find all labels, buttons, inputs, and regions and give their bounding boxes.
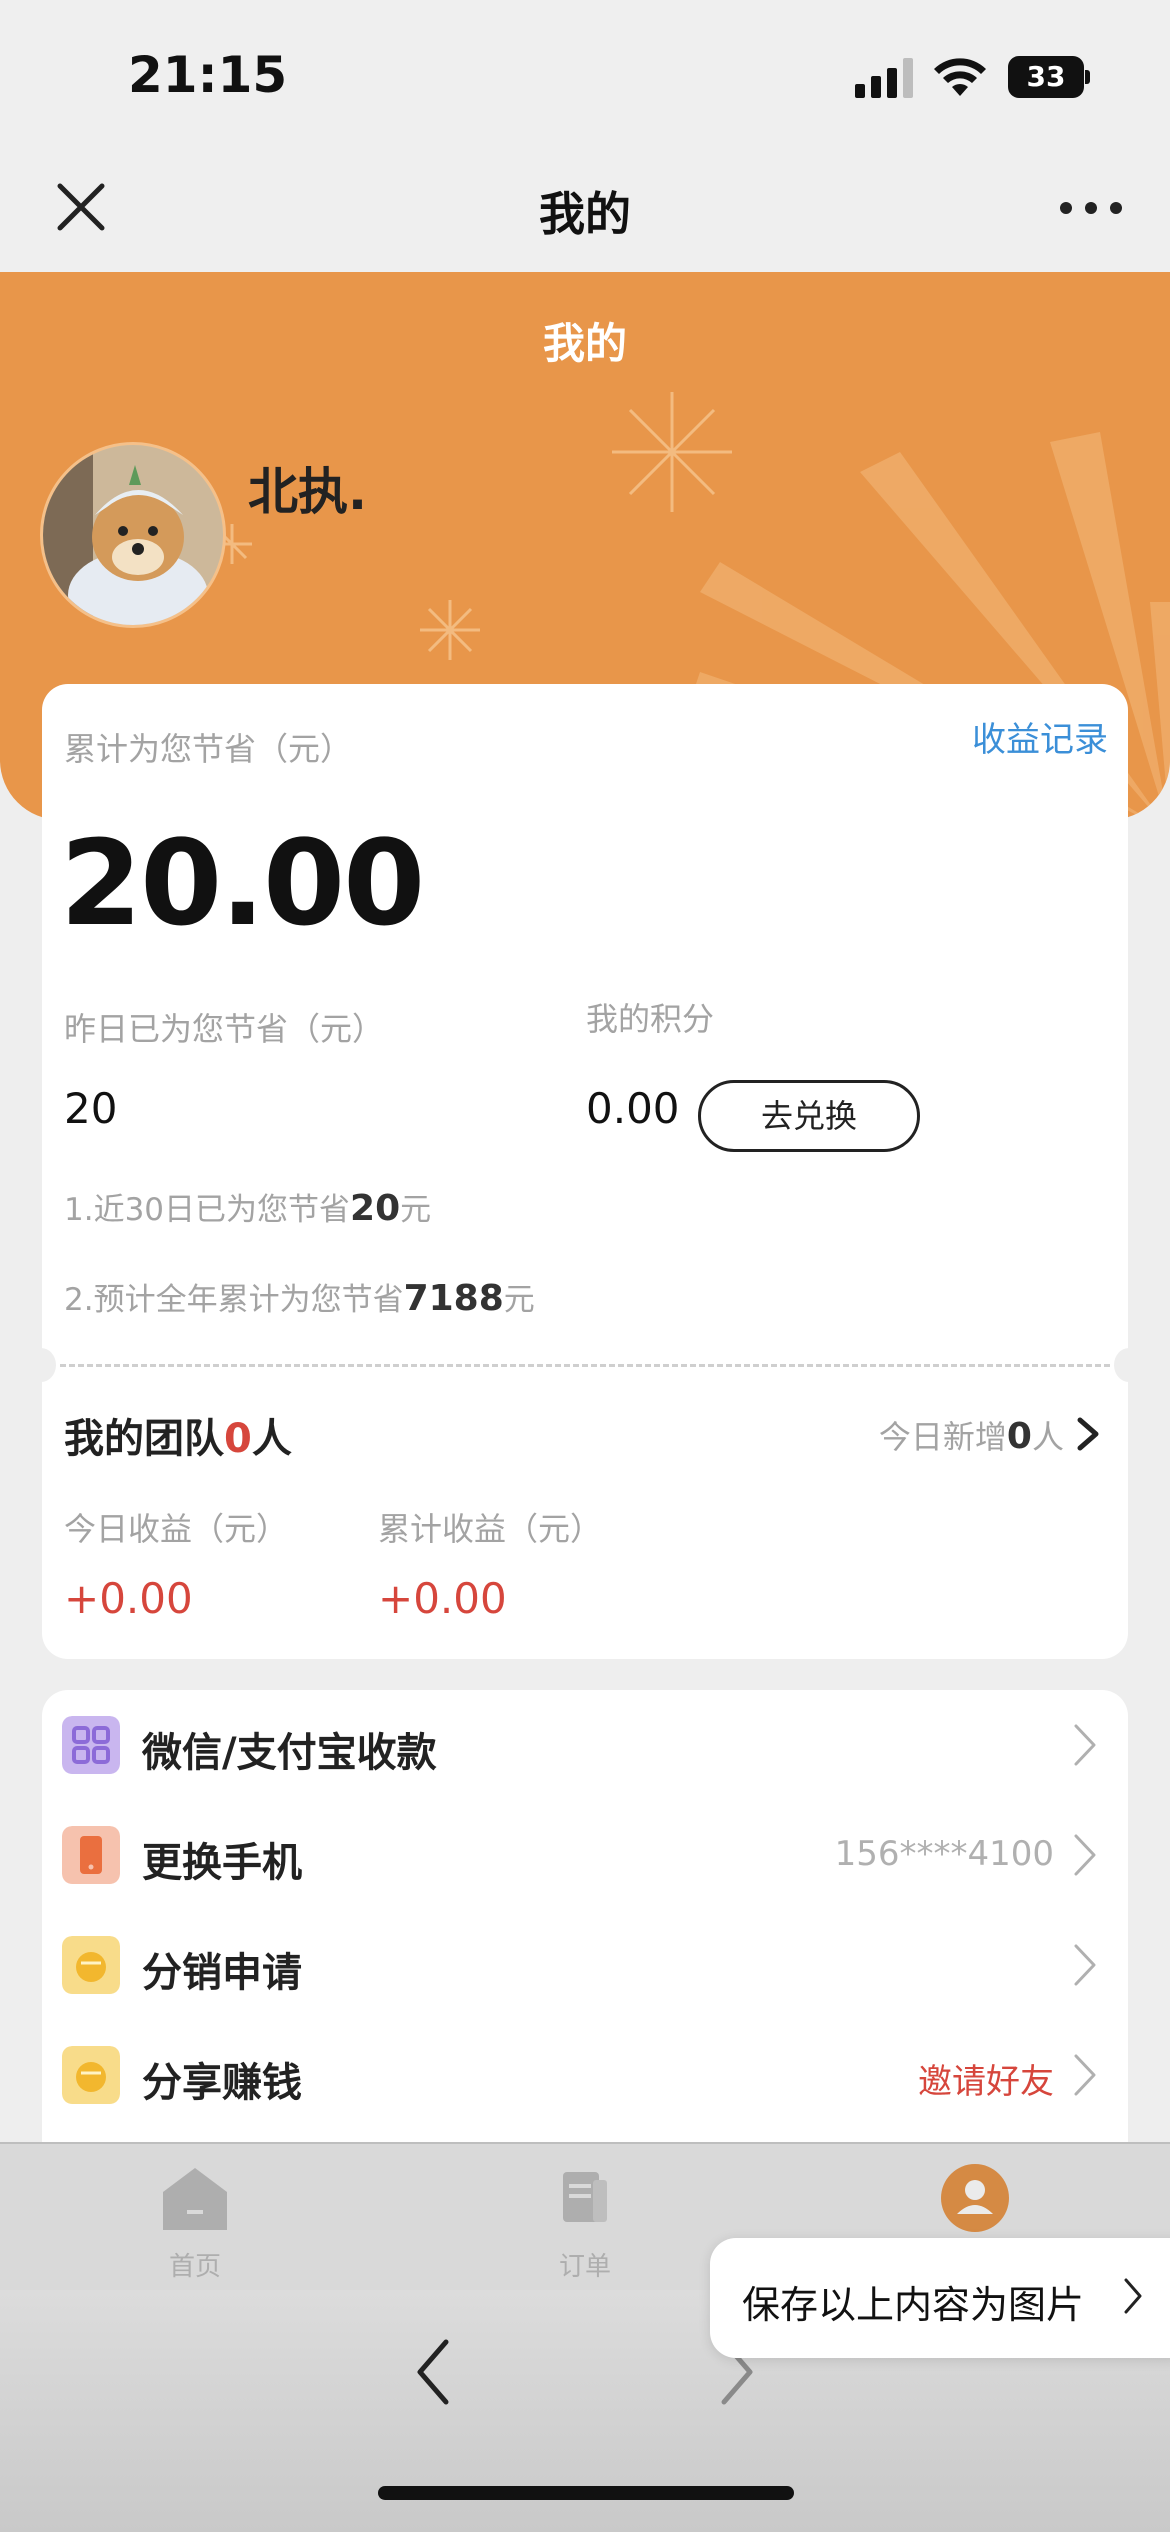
dashed-divider	[60, 1364, 1110, 1367]
more-icon[interactable]	[1058, 200, 1124, 216]
redeem-button[interactable]: 去兑换	[698, 1080, 920, 1152]
points-value: 0.00	[586, 1084, 680, 1133]
savings-card: 累计为您节省（元） 收益记录 20.00 昨日已为您节省（元） 我的积分 20 …	[26, 684, 1144, 1659]
today-new-members[interactable]: 今日新增0人	[879, 1412, 1064, 1458]
income-record-link[interactable]: 收益记录	[972, 712, 1108, 761]
total-savings-amount: 20.00	[60, 814, 425, 952]
save-as-image-label: 保存以上内容为图片	[742, 2283, 1085, 2327]
points-label: 我的积分	[586, 1000, 715, 1038]
chevron-right-icon[interactable]	[1076, 1416, 1100, 1452]
menu-item-share-earn[interactable]: 分享赚钱 邀请好友	[42, 2020, 1128, 2130]
yesterday-savings-value: 20	[64, 1084, 118, 1133]
tab-profile[interactable]	[875, 2162, 1075, 2246]
total-income-label: 累计收益（元）	[378, 1510, 603, 1548]
menu-item-payment-collection[interactable]: 微信/支付宝收款	[42, 1690, 1128, 1800]
menu-item-distribution-apply[interactable]: 分销申请	[42, 1910, 1128, 2020]
profile-icon	[941, 2164, 1009, 2232]
yesterday-savings-label: 昨日已为您节省（元）	[64, 1010, 385, 1048]
today-income-value: +0.00	[64, 1574, 193, 1623]
battery-icon: 33	[1008, 56, 1090, 98]
cellular-signal-icon	[855, 58, 913, 98]
menu-card: 微信/支付宝收款 更换手机 156****4100 分销申请 分享赚钱 邀请好友	[42, 1690, 1128, 2150]
invite-friends-link[interactable]: 邀请好友	[918, 2054, 1054, 2103]
menu-item-label: 分销申请	[142, 1950, 302, 1996]
card-notch-right	[1114, 1348, 1144, 1382]
savings-note-30days: 1.近30日已为您节省20元	[64, 1188, 432, 1229]
menu-item-label: 分享赚钱	[142, 2060, 302, 2106]
qrcode-icon	[62, 1716, 120, 1774]
total-savings-label: 累计为您节省（元）	[64, 730, 353, 768]
home-indicator	[378, 2486, 794, 2500]
status-time: 21:15	[128, 46, 288, 104]
status-bar: 21:15 33	[0, 0, 1170, 150]
tab-label: 首页	[168, 2252, 221, 2282]
header-title: 我的	[542, 319, 627, 368]
chevron-right-icon	[1074, 1724, 1096, 1766]
save-as-image-popover[interactable]: 保存以上内容为图片	[710, 2238, 1170, 2358]
menu-item-value: 156****4100	[834, 1834, 1054, 1874]
home-icon	[163, 2168, 227, 2230]
tab-orders[interactable]: 订单	[485, 2162, 685, 2283]
back-arrow-icon[interactable]	[408, 2332, 458, 2412]
phone-icon	[62, 1826, 120, 1884]
card-notch-left	[26, 1348, 56, 1382]
username: 北执.	[248, 463, 367, 521]
coin-icon	[62, 1936, 120, 1994]
savings-note-annual: 2.预计全年累计为您节省7188元	[64, 1278, 535, 1319]
avatar-icon	[43, 445, 223, 625]
mini-program-nav-bar: 我的	[0, 150, 1170, 272]
menu-item-label: 微信/支付宝收款	[142, 1730, 437, 1776]
avatar[interactable]	[40, 442, 226, 628]
nav-title: 我的	[539, 187, 631, 241]
menu-item-label: 更换手机	[142, 1840, 302, 1886]
wifi-icon	[934, 58, 986, 96]
tab-home[interactable]: 首页	[95, 2162, 295, 2283]
tab-label: 订单	[558, 2252, 611, 2282]
chevron-right-icon	[1074, 2054, 1096, 2096]
order-icon	[563, 2172, 607, 2222]
chevron-right-icon	[1124, 2278, 1142, 2314]
chevron-right-icon	[1074, 1944, 1096, 1986]
chevron-right-icon	[1074, 1834, 1096, 1876]
coin-icon	[62, 2046, 120, 2104]
today-income-label: 今日收益（元）	[64, 1510, 289, 1548]
menu-item-change-phone[interactable]: 更换手机 156****4100	[42, 1800, 1128, 1910]
total-income-value: +0.00	[378, 1574, 507, 1623]
battery-level: 33	[1008, 56, 1084, 98]
my-team-title[interactable]: 我的团队0人	[64, 1406, 292, 1464]
